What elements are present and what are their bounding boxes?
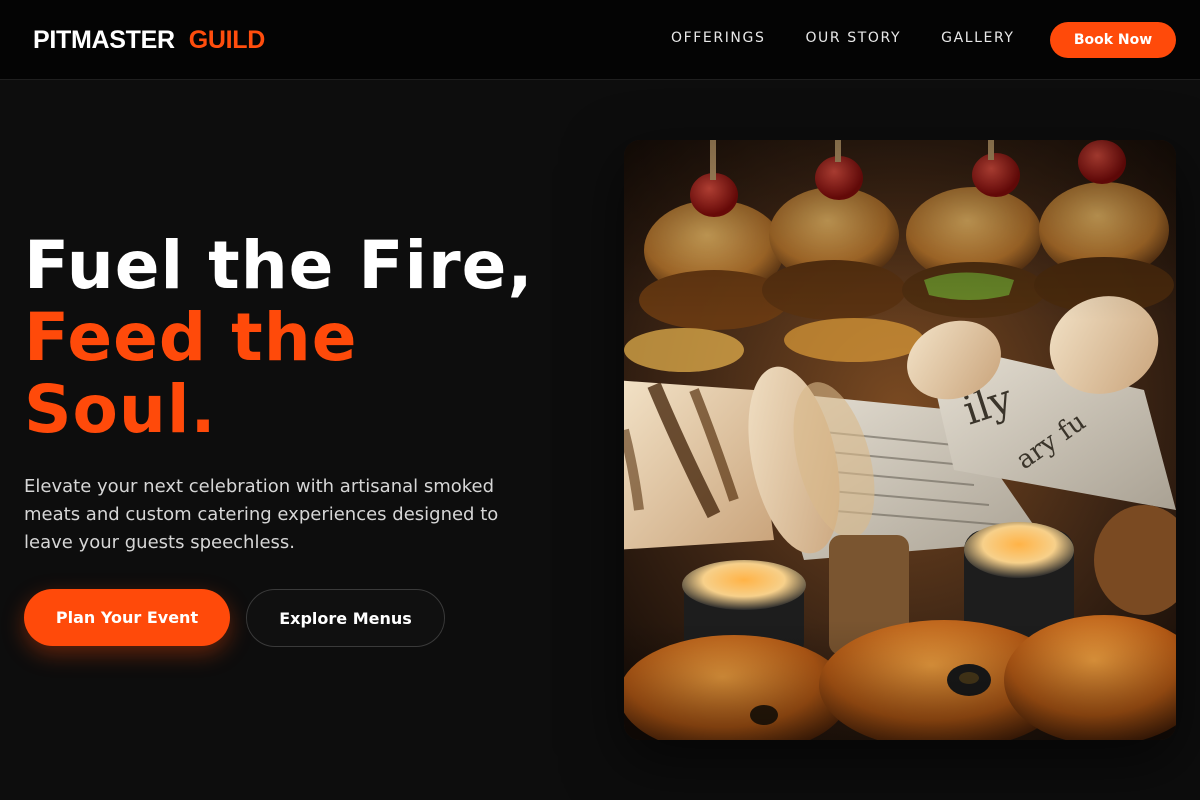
top-navbar: PITMASTER GUILD OFFERINGS OUR STORY GALL… bbox=[0, 0, 1200, 80]
nav-links: OFFERINGS OUR STORY GALLERY bbox=[671, 29, 1015, 47]
hero-title-line1: Fuel the Fire, bbox=[24, 227, 534, 304]
nav-link-gallery[interactable]: GALLERY bbox=[941, 29, 1014, 47]
hero-food-image: ily ary fu bbox=[624, 140, 1176, 740]
brand-word-primary: PITMASTER bbox=[33, 25, 175, 54]
brand-logo[interactable]: PITMASTER GUILD bbox=[33, 24, 265, 56]
hero-title: Fuel the Fire, Feed the Soul. bbox=[24, 230, 584, 446]
hero-title-line2: Feed the Soul. bbox=[24, 299, 358, 448]
plan-event-button[interactable]: Plan Your Event bbox=[24, 589, 230, 646]
nav-link-offerings[interactable]: OFFERINGS bbox=[671, 29, 765, 47]
explore-menus-button[interactable]: Explore Menus bbox=[246, 589, 445, 647]
nav-link-our-story[interactable]: OUR STORY bbox=[805, 29, 901, 47]
hero-description: Elevate your next celebration with artis… bbox=[24, 476, 499, 553]
brand-word-accent: GUILD bbox=[188, 25, 266, 54]
book-now-button[interactable]: Book Now bbox=[1050, 22, 1176, 58]
